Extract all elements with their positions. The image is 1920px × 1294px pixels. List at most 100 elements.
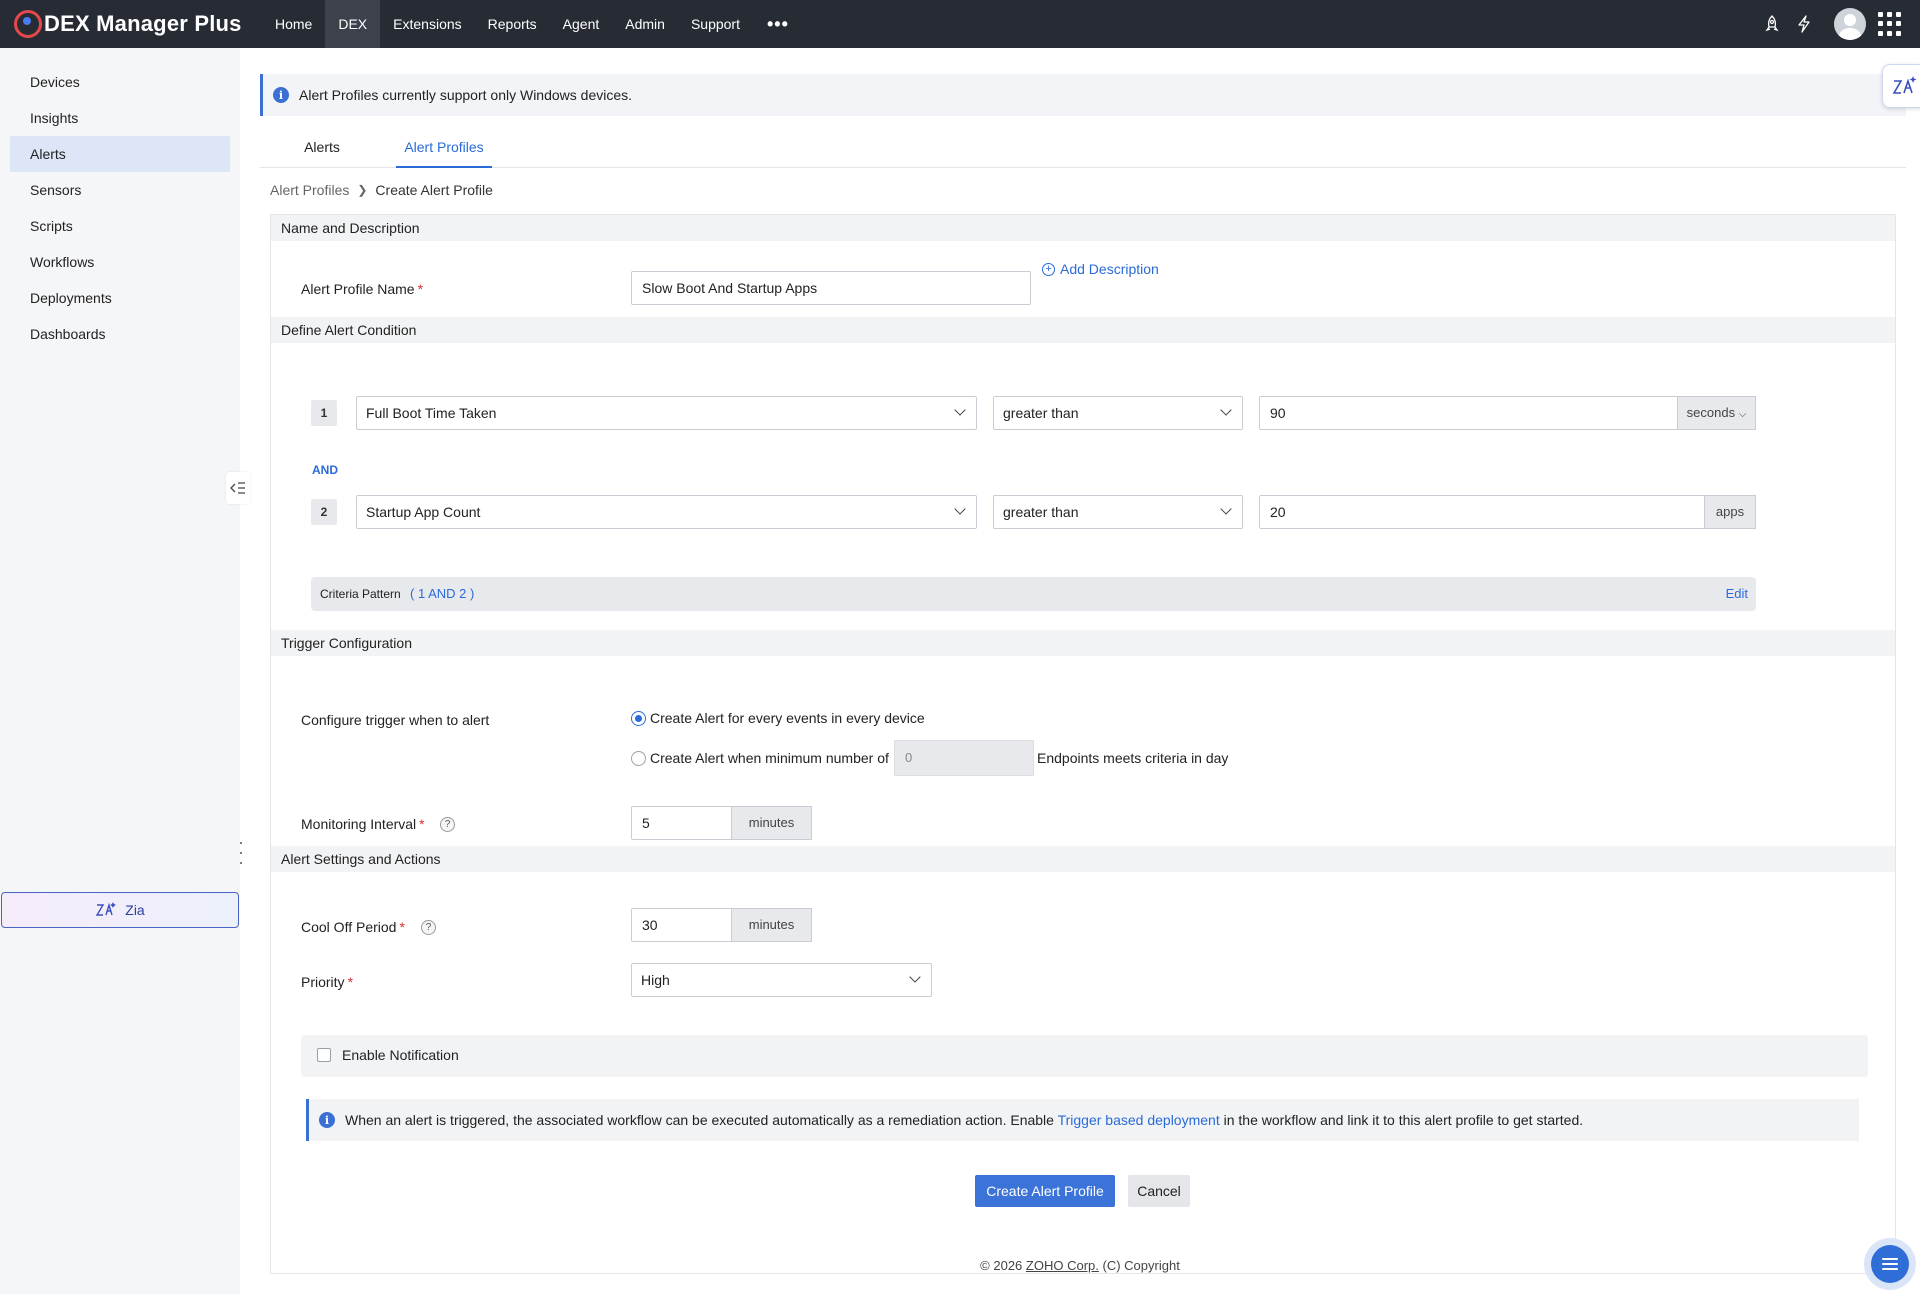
profile-name-input[interactable]: Slow Boot And Startup Apps [631,271,1031,305]
create-alert-profile-form: Name and Description Alert Profile Name *… [270,214,1896,1274]
enable-notification-label: Enable Notification [342,1047,459,1063]
help-icon[interactable]: ? [440,817,455,832]
trigger-every-event-radio[interactable] [631,711,646,726]
cool-off-period-input[interactable]: 30 minutes [631,908,812,942]
enable-notification-checkbox[interactable] [317,1048,331,1062]
section-alert-settings: Alert Settings and Actions [271,846,1895,872]
condition-1-unit-select[interactable]: seconds ⌵ [1677,396,1756,430]
zoho-corp-link[interactable]: ZOHO Corp. [1026,1258,1099,1273]
trigger-minimum-endpoints-radio[interactable] [631,751,646,766]
and-operator-label: AND [312,463,338,477]
cool-off-unit-label: minutes [731,908,812,942]
rocket-icon[interactable] [1756,8,1788,40]
chat-menu-button[interactable] [1864,1238,1916,1290]
profile-name-label: Alert Profile Name * [301,281,424,297]
condition-2-metric-select[interactable]: Startup App Count [356,495,977,529]
workflow-banner-text: When an alert is triggered, the associat… [345,1112,1584,1128]
user-avatar[interactable] [1834,8,1866,40]
sidebar-item-insights[interactable]: Insights [10,100,230,136]
tab-alert-profiles[interactable]: Alert Profiles [396,132,492,168]
nav-support[interactable]: Support [678,0,753,48]
chevron-down-icon [1220,404,1232,416]
nav-reports[interactable]: Reports [475,0,550,48]
zia-label: Zia [125,902,145,918]
chevron-down-icon: ⌵ [1738,409,1747,420]
sidebar-item-dashboards[interactable]: Dashboards [10,316,230,352]
chevron-down-icon [954,404,966,416]
top-navbar: DEX Manager Plus Home DEX Extensions Rep… [0,0,1920,48]
tab-alerts[interactable]: Alerts [290,132,354,168]
plus-circle-icon: + [1042,262,1055,276]
footer: © 2026 ZOHO Corp. (C) Copyright [980,1258,1180,1273]
nav-home[interactable]: Home [262,0,325,48]
banner-text: Alert Profiles currently support only Wi… [299,87,633,103]
zia-icon [96,902,117,916]
sidebar-item-deployments[interactable]: Deployments [10,280,230,316]
sidebar-item-sensors[interactable]: Sensors [10,172,230,208]
sidebar: Devices Insights Alerts Sensors Scripts … [0,48,240,1294]
app-name: DEX Manager Plus [44,11,242,36]
help-icon[interactable]: ? [421,920,436,935]
windows-support-banner: i Alert Profiles currently support only … [260,74,1906,116]
trigger-option-1-label: Create Alert for every events in every d… [650,710,925,726]
criteria-pattern: ( 1 AND 2 ) [410,586,475,601]
nav-admin[interactable]: Admin [612,0,678,48]
condition-number: 1 [311,400,337,426]
nav-agent[interactable]: Agent [550,0,613,48]
chevron-down-icon [909,971,921,983]
edit-criteria-link[interactable]: Edit [1726,577,1748,611]
cancel-button[interactable]: Cancel [1128,1175,1190,1207]
zia-floating-button[interactable] [1882,64,1920,108]
add-description-link[interactable]: + Add Description [1042,261,1159,277]
criteria-pattern-bar: Criteria Pattern ( 1 AND 2 ) Edit [311,577,1756,611]
chevron-down-icon [1220,503,1232,515]
condition-2-unit-label: apps [1704,495,1756,529]
chevron-down-icon [954,503,966,515]
main-nav: Home DEX Extensions Reports Agent Admin … [262,0,803,48]
menu-icon [1871,1245,1909,1283]
info-icon: i [319,1112,335,1128]
condition-2-value-input[interactable]: 20 apps [1259,495,1756,529]
lightning-icon[interactable] [1788,8,1820,40]
breadcrumb: Alert Profiles ❯ Create Alert Profile [270,182,493,198]
condition-1-metric-select[interactable]: Full Boot Time Taken [356,396,977,430]
monitoring-interval-label: Monitoring Interval * [301,816,425,832]
criteria-label: Criteria Pattern [320,587,401,601]
brand-logo-icon [14,10,42,38]
zia-button[interactable]: Zia [1,892,239,928]
zia-icon [1892,76,1917,94]
breadcrumb-current: Create Alert Profile [375,182,493,198]
main-content: i Alert Profiles currently support only … [240,48,1920,1294]
top-right-actions [1756,0,1920,48]
trigger-option-2-label: Create Alert when minimum number of [650,750,889,766]
sidebar-item-alerts[interactable]: Alerts [10,136,230,172]
trigger-label: Configure trigger when to alert [301,712,490,728]
brand[interactable]: DEX Manager Plus [0,0,262,48]
condition-2-operator-select[interactable]: greater than [993,495,1243,529]
alert-tabs: Alerts Alert Profiles [260,132,1906,168]
info-icon: i [273,87,289,103]
priority-select[interactable]: High [631,963,932,997]
section-alert-condition: Define Alert Condition [271,317,1895,343]
workflow-info-banner: i When an alert is triggered, the associ… [306,1099,1859,1141]
apps-grid-icon[interactable] [1878,12,1902,36]
condition-1-operator-select[interactable]: greater than [993,396,1243,430]
sidebar-item-workflows[interactable]: Workflows [10,244,230,280]
trigger-based-deployment-link[interactable]: Trigger based deployment [1058,1112,1220,1128]
condition-1-value-input[interactable]: 90 seconds ⌵ [1259,396,1756,430]
chevron-right-icon: ❯ [357,183,368,197]
condition-number: 2 [311,499,337,525]
minimum-endpoints-input[interactable]: 0 [894,740,1034,776]
nav-extensions[interactable]: Extensions [380,0,474,48]
priority-label: Priority * [301,974,354,990]
nav-dex[interactable]: DEX [325,0,381,48]
more-menu-icon[interactable]: ••• [753,0,803,48]
monitoring-interval-input[interactable]: 5 minutes [631,806,812,840]
breadcrumb-parent[interactable]: Alert Profiles [270,182,349,198]
trigger-option-2-suffix: Endpoints meets criteria in day [1037,750,1229,766]
create-alert-profile-button[interactable]: Create Alert Profile [975,1175,1115,1207]
cool-off-period-label: Cool Off Period * [301,919,405,935]
section-trigger-configuration: Trigger Configuration [271,630,1895,656]
sidebar-item-scripts[interactable]: Scripts [10,208,230,244]
sidebar-item-devices[interactable]: Devices [10,64,230,100]
